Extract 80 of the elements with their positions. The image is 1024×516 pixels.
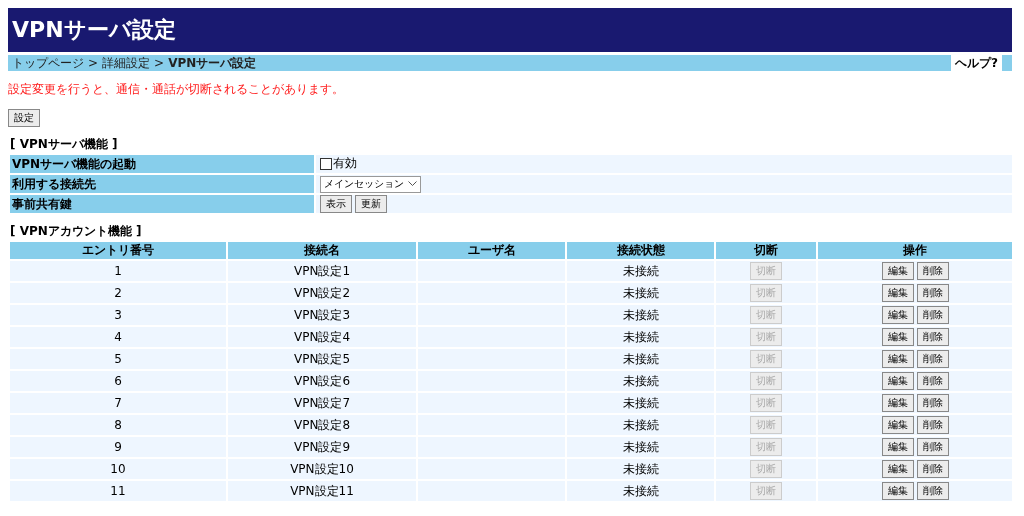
table-cell: 未接続 [567,371,714,391]
action-button[interactable]: 編集 [881,460,914,478]
table-cell: 未接続 [567,283,714,303]
action-button[interactable]: 編集 [881,394,914,412]
action-button[interactable]: 削除 [916,328,949,346]
breadcrumb-current: VPNサーバ設定 [168,54,257,72]
column-header: 接続名 [228,242,416,259]
table-cell: 未接続 [567,261,714,281]
column-header: 操作 [818,242,1012,259]
table-cell: 未接続 [567,327,714,347]
table-cell: 1 [10,261,226,281]
action-button[interactable]: 削除 [916,262,949,280]
row-label: 事前共有鍵 [10,195,314,213]
action-button[interactable]: 削除 [916,482,949,500]
table-cell: 9 [10,437,226,457]
section-title: [ VPNアカウント機能 ] [10,223,143,240]
column-header: 切断 [716,242,816,259]
table-cell: 未接続 [567,393,714,413]
action-button[interactable]: 編集 [881,262,914,280]
table-cell: 4 [10,327,226,347]
table-cell: VPN設定2 [228,283,416,303]
table-cell: 8 [10,415,226,435]
action-button[interactable]: 削除 [916,438,949,456]
table-cell: VPN設定1 [228,261,416,281]
table-cell: 3 [10,305,226,325]
action-button[interactable]: 編集 [881,350,914,368]
table-cell: 未接続 [567,349,714,369]
section-title: [ VPNサーバ機能 ] [10,136,119,153]
table-cell: 11 [10,481,226,501]
table-cell: 未接続 [567,415,714,435]
key-button[interactable]: 更新 [355,195,387,213]
table-cell: VPN設定6 [228,371,416,391]
table-cell: VPN設定5 [228,349,416,369]
action-button[interactable]: 編集 [881,416,914,434]
row-label: VPNサーバ機能の起動 [10,155,314,173]
table-cell: 5 [10,349,226,369]
help-link[interactable]: ヘルプ? [951,55,1002,71]
table-cell: 7 [10,393,226,413]
table-cell: VPN設定8 [228,415,416,435]
row-label: 利用する接続先 [10,175,314,193]
action-button[interactable]: 削除 [916,416,949,434]
breadcrumb-link[interactable]: トップページ [12,54,84,72]
warning-text: 設定変更を行うと、通信・通話が切断されることがあります。 [8,81,345,98]
connection-select[interactable]: メインセッション [320,175,421,193]
action-button[interactable]: 削除 [916,284,949,302]
table-cell: VPN設定11 [228,481,416,501]
apply-button[interactable]: 設定 [8,109,40,127]
action-button[interactable]: 編集 [881,438,914,456]
action-button[interactable]: 編集 [881,306,914,324]
action-button[interactable]: 編集 [881,284,914,302]
table-cell: VPN設定10 [228,459,416,479]
breadcrumb-link[interactable]: 詳細設定 [102,54,151,72]
table-cell: 未接続 [567,459,714,479]
table-cell: VPN設定3 [228,305,416,325]
key-button[interactable]: 表示 [320,195,352,213]
table-cell: VPN設定4 [228,327,416,347]
chevron-down-icon [408,181,417,187]
action-button[interactable]: 削除 [916,394,949,412]
action-button[interactable]: 削除 [916,306,949,324]
table-cell: 未接続 [567,305,714,325]
action-button[interactable]: 削除 [916,372,949,390]
table-cell: VPN設定9 [228,437,416,457]
action-button[interactable]: 編集 [881,328,914,346]
table-cell: 2 [10,283,226,303]
action-button[interactable]: 削除 [916,460,949,478]
table-cell: 6 [10,371,226,391]
breadcrumb-separator: > [154,56,165,70]
action-button[interactable]: 編集 [881,482,914,500]
breadcrumb-separator: > [88,56,99,70]
column-header: エントリ番号 [10,242,226,259]
action-button[interactable]: 編集 [881,372,914,390]
column-header: ユーザ名 [418,242,565,259]
enable-checkbox[interactable]: 有効 [320,155,357,173]
table-cell: 未接続 [567,481,714,501]
action-button[interactable]: 削除 [916,350,949,368]
column-header: 接続状態 [567,242,714,259]
table-cell: 10 [10,459,226,479]
page-title: VPNサーバ設定 [8,8,1012,52]
table-cell: VPN設定7 [228,393,416,413]
table-cell: 未接続 [567,437,714,457]
